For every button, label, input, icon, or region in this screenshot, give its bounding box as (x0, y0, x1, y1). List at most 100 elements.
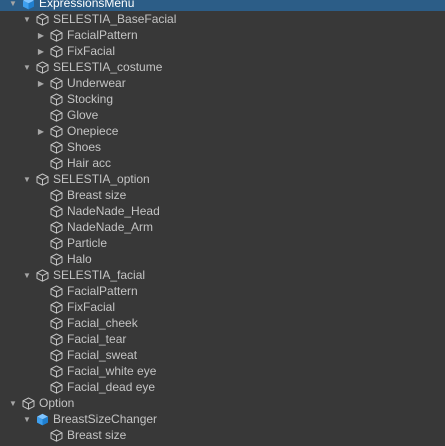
foldout-spacer (35, 347, 47, 363)
hierarchy-item-label: ExpressionsMenu (39, 0, 135, 10)
gameobject-icon (49, 140, 63, 154)
gameobject-icon (49, 332, 63, 346)
hierarchy-row[interactable]: Halo (0, 251, 445, 267)
foldout-spacer (35, 155, 47, 171)
hierarchy-item-label: Option (39, 396, 75, 410)
hierarchy-item-label: Particle (67, 236, 108, 250)
hierarchy-row[interactable]: FixFacial (0, 299, 445, 315)
gameobject-icon (49, 108, 63, 122)
hierarchy-item-label: Facial_dead eye (67, 380, 156, 394)
hierarchy-row[interactable]: Facial_cheek (0, 315, 445, 331)
hierarchy-item-label: Stocking (67, 92, 114, 106)
hierarchy-row[interactable]: Facial_sweat (0, 347, 445, 363)
collapse-arrow-icon[interactable]: ▶ (35, 43, 47, 59)
gameobject-icon (49, 236, 63, 250)
gameobject-icon (49, 348, 63, 362)
hierarchy-row[interactable]: ▼ ExpressionsMenu (0, 0, 445, 11)
foldout-spacer (35, 219, 47, 235)
expand-arrow-icon[interactable]: ▼ (21, 267, 33, 283)
collapse-arrow-icon[interactable]: ▶ (35, 123, 47, 139)
gameobject-icon (49, 252, 63, 266)
gameobject-icon (49, 28, 63, 42)
hierarchy-row[interactable]: Breast size (0, 187, 445, 203)
hierarchy-row[interactable]: ▼ SELESTIA_costume (0, 59, 445, 75)
hierarchy-row[interactable]: NadeNade_Arm (0, 219, 445, 235)
gameobject-icon (49, 380, 63, 394)
expand-arrow-icon[interactable]: ▼ (21, 11, 33, 27)
foldout-spacer (35, 315, 47, 331)
hierarchy-item-label: BreastSizeChanger (53, 412, 158, 426)
hierarchy-panel: ▼ ExpressionsMenu ▼ SELESTIA_BaseFacial ▶ … (0, 0, 445, 446)
hierarchy-item-label: Facial_sweat (67, 348, 138, 362)
gameobject-icon (35, 60, 49, 74)
gameobject-icon (49, 76, 63, 90)
hierarchy-row[interactable]: ▼ SELESTIA_BaseFacial (0, 11, 445, 27)
hierarchy-item-label: FixFacial (67, 300, 116, 314)
expand-arrow-icon[interactable]: ▼ (7, 395, 19, 411)
hierarchy-item-label: NadeNade_Head (67, 204, 160, 218)
expand-arrow-icon[interactable]: ▼ (7, 0, 19, 11)
hierarchy-row[interactable]: ▼ BreastSizeChanger (0, 411, 445, 427)
hierarchy-row[interactable]: ▼ Option (0, 395, 445, 411)
blue-gameobject-icon (35, 412, 49, 426)
expand-arrow-icon[interactable]: ▼ (21, 411, 33, 427)
foldout-spacer (35, 283, 47, 299)
hierarchy-item-label: SELESTIA_facial (53, 268, 146, 282)
gameobject-icon (21, 396, 35, 410)
hierarchy-row[interactable]: Hair acc (0, 155, 445, 171)
collapse-arrow-icon[interactable]: ▶ (35, 75, 47, 91)
gameobject-icon (35, 268, 49, 282)
hierarchy-item-label: NadeNade_Arm (67, 220, 154, 234)
hierarchy-item-label: Facial_cheek (67, 316, 138, 330)
collapse-arrow-icon[interactable]: ▶ (35, 27, 47, 43)
blue-gameobject-icon (21, 0, 35, 10)
hierarchy-row[interactable]: Particle (0, 235, 445, 251)
foldout-spacer (35, 203, 47, 219)
hierarchy-item-label: Halo (67, 252, 92, 266)
gameobject-icon (49, 204, 63, 218)
foldout-spacer (35, 331, 47, 347)
hierarchy-row[interactable]: Stocking (0, 91, 445, 107)
hierarchy-item-label: SELESTIA_option (53, 172, 150, 186)
hierarchy-row[interactable]: ▶ Onepiece (0, 123, 445, 139)
hierarchy-row[interactable]: Shoes (0, 139, 445, 155)
hierarchy-row[interactable]: Facial_dead eye (0, 379, 445, 395)
hierarchy-row[interactable]: ▶ FixFacial (0, 43, 445, 59)
gameobject-icon (49, 300, 63, 314)
hierarchy-item-label: Breast size (67, 188, 127, 202)
gameobject-icon (49, 188, 63, 202)
hierarchy-item-label: FixFacial (67, 44, 116, 58)
foldout-spacer (35, 91, 47, 107)
hierarchy-row[interactable]: FacialPattern (0, 283, 445, 299)
hierarchy-row[interactable]: Breast size (0, 427, 445, 443)
expand-arrow-icon[interactable]: ▼ (21, 59, 33, 75)
gameobject-icon (49, 220, 63, 234)
hierarchy-item-label: Underwear (67, 76, 126, 90)
expand-arrow-icon[interactable]: ▼ (21, 171, 33, 187)
foldout-spacer (35, 235, 47, 251)
gameobject-icon (49, 156, 63, 170)
gameobject-icon (49, 316, 63, 330)
hierarchy-row[interactable]: Facial_white eye (0, 363, 445, 379)
gameobject-icon (49, 44, 63, 58)
hierarchy-item-label: Facial_white eye (67, 364, 157, 378)
hierarchy-item-label: Shoes (67, 140, 102, 154)
hierarchy-row[interactable]: ▶ FacialPattern (0, 27, 445, 43)
hierarchy-item-label: FacialPattern (67, 28, 138, 42)
hierarchy-item-label: Hair acc (67, 156, 112, 170)
gameobject-icon (49, 92, 63, 106)
hierarchy-row[interactable]: Facial_tear (0, 331, 445, 347)
foldout-spacer (35, 251, 47, 267)
gameobject-icon (35, 172, 49, 186)
gameobject-icon (49, 428, 63, 442)
hierarchy-row[interactable]: NadeNade_Head (0, 203, 445, 219)
hierarchy-row[interactable]: ▼ SELESTIA_facial (0, 267, 445, 283)
hierarchy-row[interactable]: ▶ Underwear (0, 75, 445, 91)
foldout-spacer (35, 379, 47, 395)
hierarchy-row[interactable]: Glove (0, 107, 445, 123)
hierarchy-row[interactable]: ▼ SELESTIA_option (0, 171, 445, 187)
hierarchy-item-label: Onepiece (67, 124, 119, 138)
gameobject-icon (49, 364, 63, 378)
hierarchy-item-label: Breast size (67, 428, 127, 442)
hierarchy-item-label: SELESTIA_costume (53, 60, 163, 74)
